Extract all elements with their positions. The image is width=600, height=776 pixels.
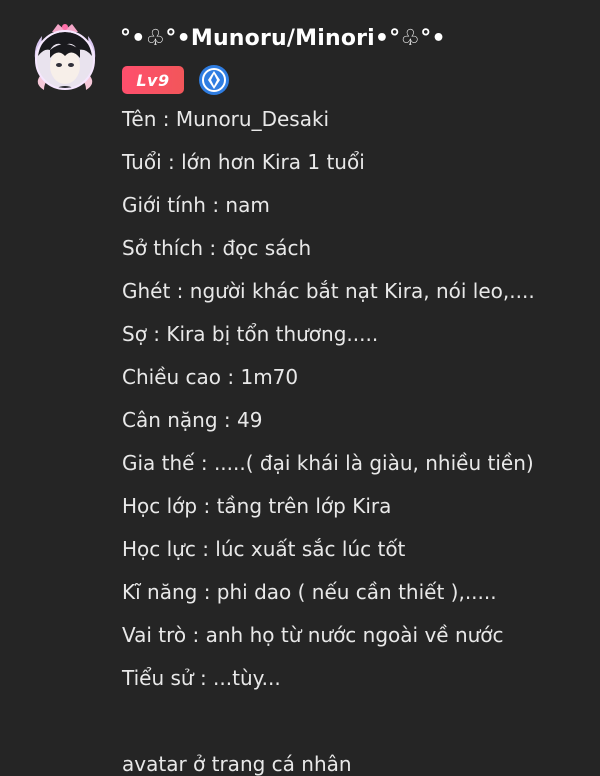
info-line-dislike: Ghét : người khác bắt nạt Kira, nói leo,… (122, 279, 535, 303)
username[interactable]: °•♧°•Munoru/Minori•°♧°• (120, 26, 446, 51)
info-line-gender: Giới tính : nam (122, 193, 270, 217)
diamond-title-icon[interactable] (198, 64, 230, 96)
info-line-skill: Kĩ năng : phi dao ( nếu cần thiết ),....… (122, 580, 497, 604)
post-body: Tên : Munoru_Desaki Tuổi : lớn hơn Kira … (122, 109, 592, 711)
profile-post: °•♧°•Munoru/Minori•°♧°• Lv9 Tên : Munoru… (0, 0, 600, 776)
info-line-family: Gia thế : .....( đại khái là giàu, nhiều… (122, 451, 534, 475)
info-line-bio: Tiểu sử : ...tùy... (122, 666, 281, 690)
info-line-hobby: Sở thích : đọc sách (122, 236, 312, 260)
info-line-role: Vai trò : anh họ từ nước ngoài về nước (122, 623, 504, 647)
post-footer-note: avatar ở trang cá nhân (122, 752, 352, 776)
info-line-name: Tên : Munoru_Desaki (122, 107, 330, 131)
info-line-weight: Cân nặng : 49 (122, 408, 263, 432)
info-line-class: Học lớp : tầng trên lớp Kira (122, 494, 392, 518)
info-line-academics: Học lực : lúc xuất sắc lúc tốt (122, 537, 406, 561)
info-line-height: Chiều cao : 1m70 (122, 365, 299, 389)
anime-avatar-with-frame-icon (34, 24, 96, 90)
level-badge[interactable]: Lv9 (122, 66, 184, 94)
info-line-fear: Sợ : Kira bị tổn thương..... (122, 322, 379, 346)
info-line-age: Tuổi : lớn hơn Kira 1 tuổi (122, 150, 365, 174)
badge-row: Lv9 (122, 64, 230, 96)
avatar[interactable] (28, 20, 102, 94)
